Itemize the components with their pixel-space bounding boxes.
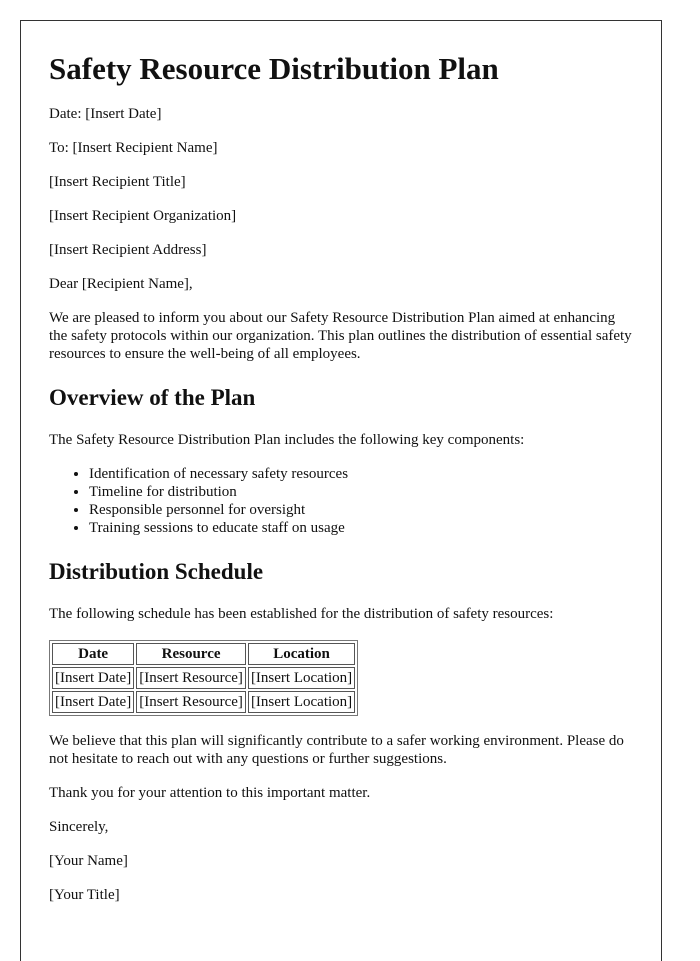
components-list: Identification of necessary safety resou… [49, 465, 633, 537]
cell-date: [Insert Date] [52, 667, 135, 689]
schedule-heading: Distribution Schedule [49, 559, 264, 584]
thanks-line: Thank you for your attention to this imp… [49, 785, 371, 801]
closing-paragraph: We believe that this plan will significa… [49, 733, 624, 767]
letter-container: Safety Resource Distribution Plan Date: … [20, 20, 662, 961]
recipient-name-line: To: [Insert Recipient Name] [49, 140, 218, 156]
cell-location: [Insert Location] [247, 691, 356, 713]
column-header-location: Location [247, 643, 356, 665]
list-item: Identification of necessary safety resou… [89, 465, 633, 483]
cell-date: [Insert Date] [52, 691, 135, 713]
list-item: Responsible personnel for oversight [89, 501, 633, 519]
column-header-date: Date [52, 643, 135, 665]
intro-paragraph: We are pleased to inform you about our S… [49, 310, 632, 362]
cell-resource: [Insert Resource] [136, 667, 246, 689]
salutation: Dear [Recipient Name], [49, 276, 193, 292]
document-title: Safety Resource Distribution Plan [49, 51, 499, 86]
sender-name: [Your Name] [49, 853, 128, 869]
cell-resource: [Insert Resource] [136, 691, 246, 713]
schedule-table: Date Resource Location [Insert Date] [In… [49, 640, 359, 716]
cell-location: [Insert Location] [247, 667, 356, 689]
date-line: Date: [Insert Date] [49, 106, 162, 122]
list-item: Training sessions to educate staff on us… [89, 519, 633, 537]
recipient-title: [Insert Recipient Title] [49, 174, 186, 190]
table-row: [Insert Date] [Insert Resource] [Insert … [52, 691, 356, 713]
recipient-organization: [Insert Recipient Organization] [49, 208, 237, 224]
sender-title: [Your Title] [49, 887, 120, 903]
schedule-lead: The following schedule has been establis… [49, 606, 554, 622]
overview-lead: The Safety Resource Distribution Plan in… [49, 432, 525, 448]
signoff: Sincerely, [49, 819, 109, 835]
overview-heading: Overview of the Plan [49, 385, 256, 410]
table-header-row: Date Resource Location [52, 643, 356, 665]
column-header-resource: Resource [136, 643, 246, 665]
table-row: [Insert Date] [Insert Resource] [Insert … [52, 667, 356, 689]
list-item: Timeline for distribution [89, 483, 633, 501]
recipient-address: [Insert Recipient Address] [49, 242, 207, 258]
